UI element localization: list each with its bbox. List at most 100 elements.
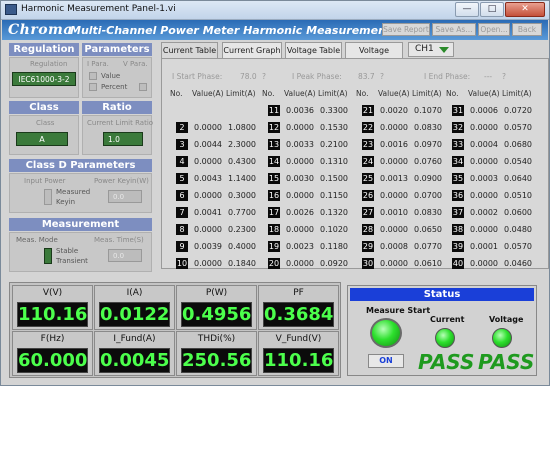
tab-current-table[interactable]: Current Table — [161, 42, 218, 59]
harmonic-limit: 0.1500 — [320, 174, 348, 183]
tab-voltage-graph[interactable]: Voltage Graph — [345, 42, 403, 70]
harmonic-number: 8 — [176, 224, 188, 235]
i-para-label: I Para. — [87, 60, 109, 68]
harmonic-value: 0.0043 — [194, 174, 222, 183]
value-checkbox[interactable] — [89, 72, 97, 80]
harmonic-number: 9 — [176, 241, 188, 252]
meas-time-input[interactable]: 0.0 — [108, 249, 142, 262]
harmonic-number: 33 — [452, 139, 464, 150]
measure-start-label: Measure Start — [366, 306, 431, 315]
harmonic-number: 11 — [268, 105, 280, 116]
v-para-checkbox[interactable] — [139, 83, 147, 91]
harmonic-limit: 0.0830 — [414, 123, 442, 132]
measurement-header: Measurement — [9, 218, 152, 231]
harmonic-limit: 0.1320 — [320, 208, 348, 217]
end-phase-value: --- — [484, 72, 493, 81]
current-status-led — [435, 328, 455, 348]
input-power-switch[interactable] — [44, 189, 52, 205]
meas-mode-switch[interactable] — [44, 248, 52, 264]
harmonic-limit: 0.1310 — [320, 157, 348, 166]
voltage-status-led — [492, 328, 512, 348]
harmonic-limit: 0.0510 — [504, 191, 532, 200]
harmonic-value: 0.0039 — [194, 242, 222, 251]
harmonic-number: 13 — [268, 139, 280, 150]
class-d-header: Class D Parameters — [9, 159, 152, 172]
end-phase-label: I End Phase: — [424, 72, 471, 81]
harmonic-value: 0.0036 — [286, 106, 314, 115]
channel-select[interactable]: CH1 — [408, 42, 454, 57]
harmonic-limit: 0.0640 — [504, 174, 532, 183]
column-header-no: No. — [262, 89, 275, 98]
current-table-panel: I Start Phase: 78.0 ? I Peak Phase: 83.7… — [161, 58, 549, 269]
start-phase-unit: ? — [262, 72, 266, 81]
meter: I(A) 0.0122 — [94, 285, 175, 330]
harmonic-number: 15 — [268, 173, 280, 184]
harmonic-limit: 0.4300 — [228, 157, 256, 166]
window-title: Harmonic Measurement Panel-1.vi — [21, 4, 176, 14]
harmonic-value: 0.0004 — [470, 140, 498, 149]
regulation-panel: Regulation IEC61000-3-2 — [9, 57, 79, 98]
tab-voltage-table[interactable]: Voltage Table — [285, 42, 342, 58]
harmonic-value: 0.0000 — [380, 123, 408, 132]
labview-app-icon — [5, 4, 17, 15]
harmonic-number: 30 — [362, 258, 374, 269]
save-report-button[interactable]: Save Report — [382, 23, 430, 36]
measure-start-button[interactable] — [370, 318, 402, 348]
column-header-limit: Limit(A) — [226, 89, 256, 98]
minimize-icon[interactable]: — — [455, 2, 479, 17]
harmonic-number: 19 — [268, 241, 280, 252]
harmonic-number: 17 — [268, 207, 280, 218]
close-icon[interactable]: ✕ — [505, 2, 545, 17]
meter: PF 0.3684 — [258, 285, 339, 330]
harmonic-limit: 0.1530 — [320, 123, 348, 132]
current-limit-ratio-input[interactable]: 1.0 — [103, 132, 143, 146]
column-header-value: Value(A) — [468, 89, 500, 98]
voltage-status-label: Voltage — [489, 315, 524, 324]
class-select[interactable]: A — [16, 132, 68, 146]
meter-label: I_Fund(A) — [113, 334, 156, 344]
harmonic-limit: 0.0830 — [414, 208, 442, 217]
harmonic-limit: 0.0770 — [414, 242, 442, 251]
class-label: Class — [36, 119, 55, 127]
save-as-button[interactable]: Save As... — [432, 23, 476, 36]
voltage-pass-result: PASS — [478, 350, 535, 374]
harmonic-number: 16 — [268, 190, 280, 201]
meter-value: 0.4956 — [181, 302, 252, 327]
harmonic-number: 21 — [362, 105, 374, 116]
harmonic-number: 2 — [176, 122, 188, 133]
harmonic-limit: 0.0920 — [320, 259, 348, 268]
power-keyin-input[interactable]: 0.0 — [108, 190, 142, 203]
harmonic-number: 27 — [362, 207, 374, 218]
column-header-limit: Limit(A) — [502, 89, 532, 98]
harmonic-value: 0.0000 — [286, 225, 314, 234]
ratio-panel: Current Limit Ratio 1.0 — [82, 115, 153, 155]
harmonic-number: 7 — [176, 207, 188, 218]
harmonic-number: 32 — [452, 122, 464, 133]
open-button[interactable]: Open... — [478, 23, 510, 36]
maximize-icon[interactable]: □ — [480, 2, 504, 17]
harmonic-value: 0.0030 — [286, 174, 314, 183]
regulation-select[interactable]: IEC61000-3-2 — [12, 72, 76, 86]
harmonic-number: 35 — [452, 173, 464, 184]
harmonic-limit: 0.1020 — [320, 225, 348, 234]
harmonic-limit: 0.0570 — [504, 123, 532, 132]
tab-current-graph[interactable]: Current Graph — [222, 42, 282, 58]
harmonic-limit: 0.0540 — [504, 157, 532, 166]
harmonic-value: 0.0000 — [194, 259, 222, 268]
column-header-value: Value(A) — [192, 89, 224, 98]
regulation-header: Regulation — [9, 43, 79, 56]
percent-label: Percent — [101, 83, 128, 91]
harmonic-limit: 0.0600 — [504, 208, 532, 217]
meter: THDi(%) 250.56 — [176, 331, 257, 376]
meter-label: V_Fund(V) — [275, 334, 322, 344]
meter-value: 110.16 — [17, 302, 88, 327]
percent-checkbox[interactable] — [89, 83, 97, 91]
back-button[interactable]: Back — [512, 23, 542, 36]
harmonic-number: 20 — [268, 258, 280, 269]
harmonic-limit: 0.1070 — [414, 106, 442, 115]
meter-label: THDi(%) — [197, 334, 236, 344]
harmonic-value: 0.0000 — [470, 123, 498, 132]
meter-label: I(A) — [126, 288, 143, 298]
regulation-label: Regulation — [30, 60, 68, 68]
peak-phase-unit: ? — [380, 72, 384, 81]
